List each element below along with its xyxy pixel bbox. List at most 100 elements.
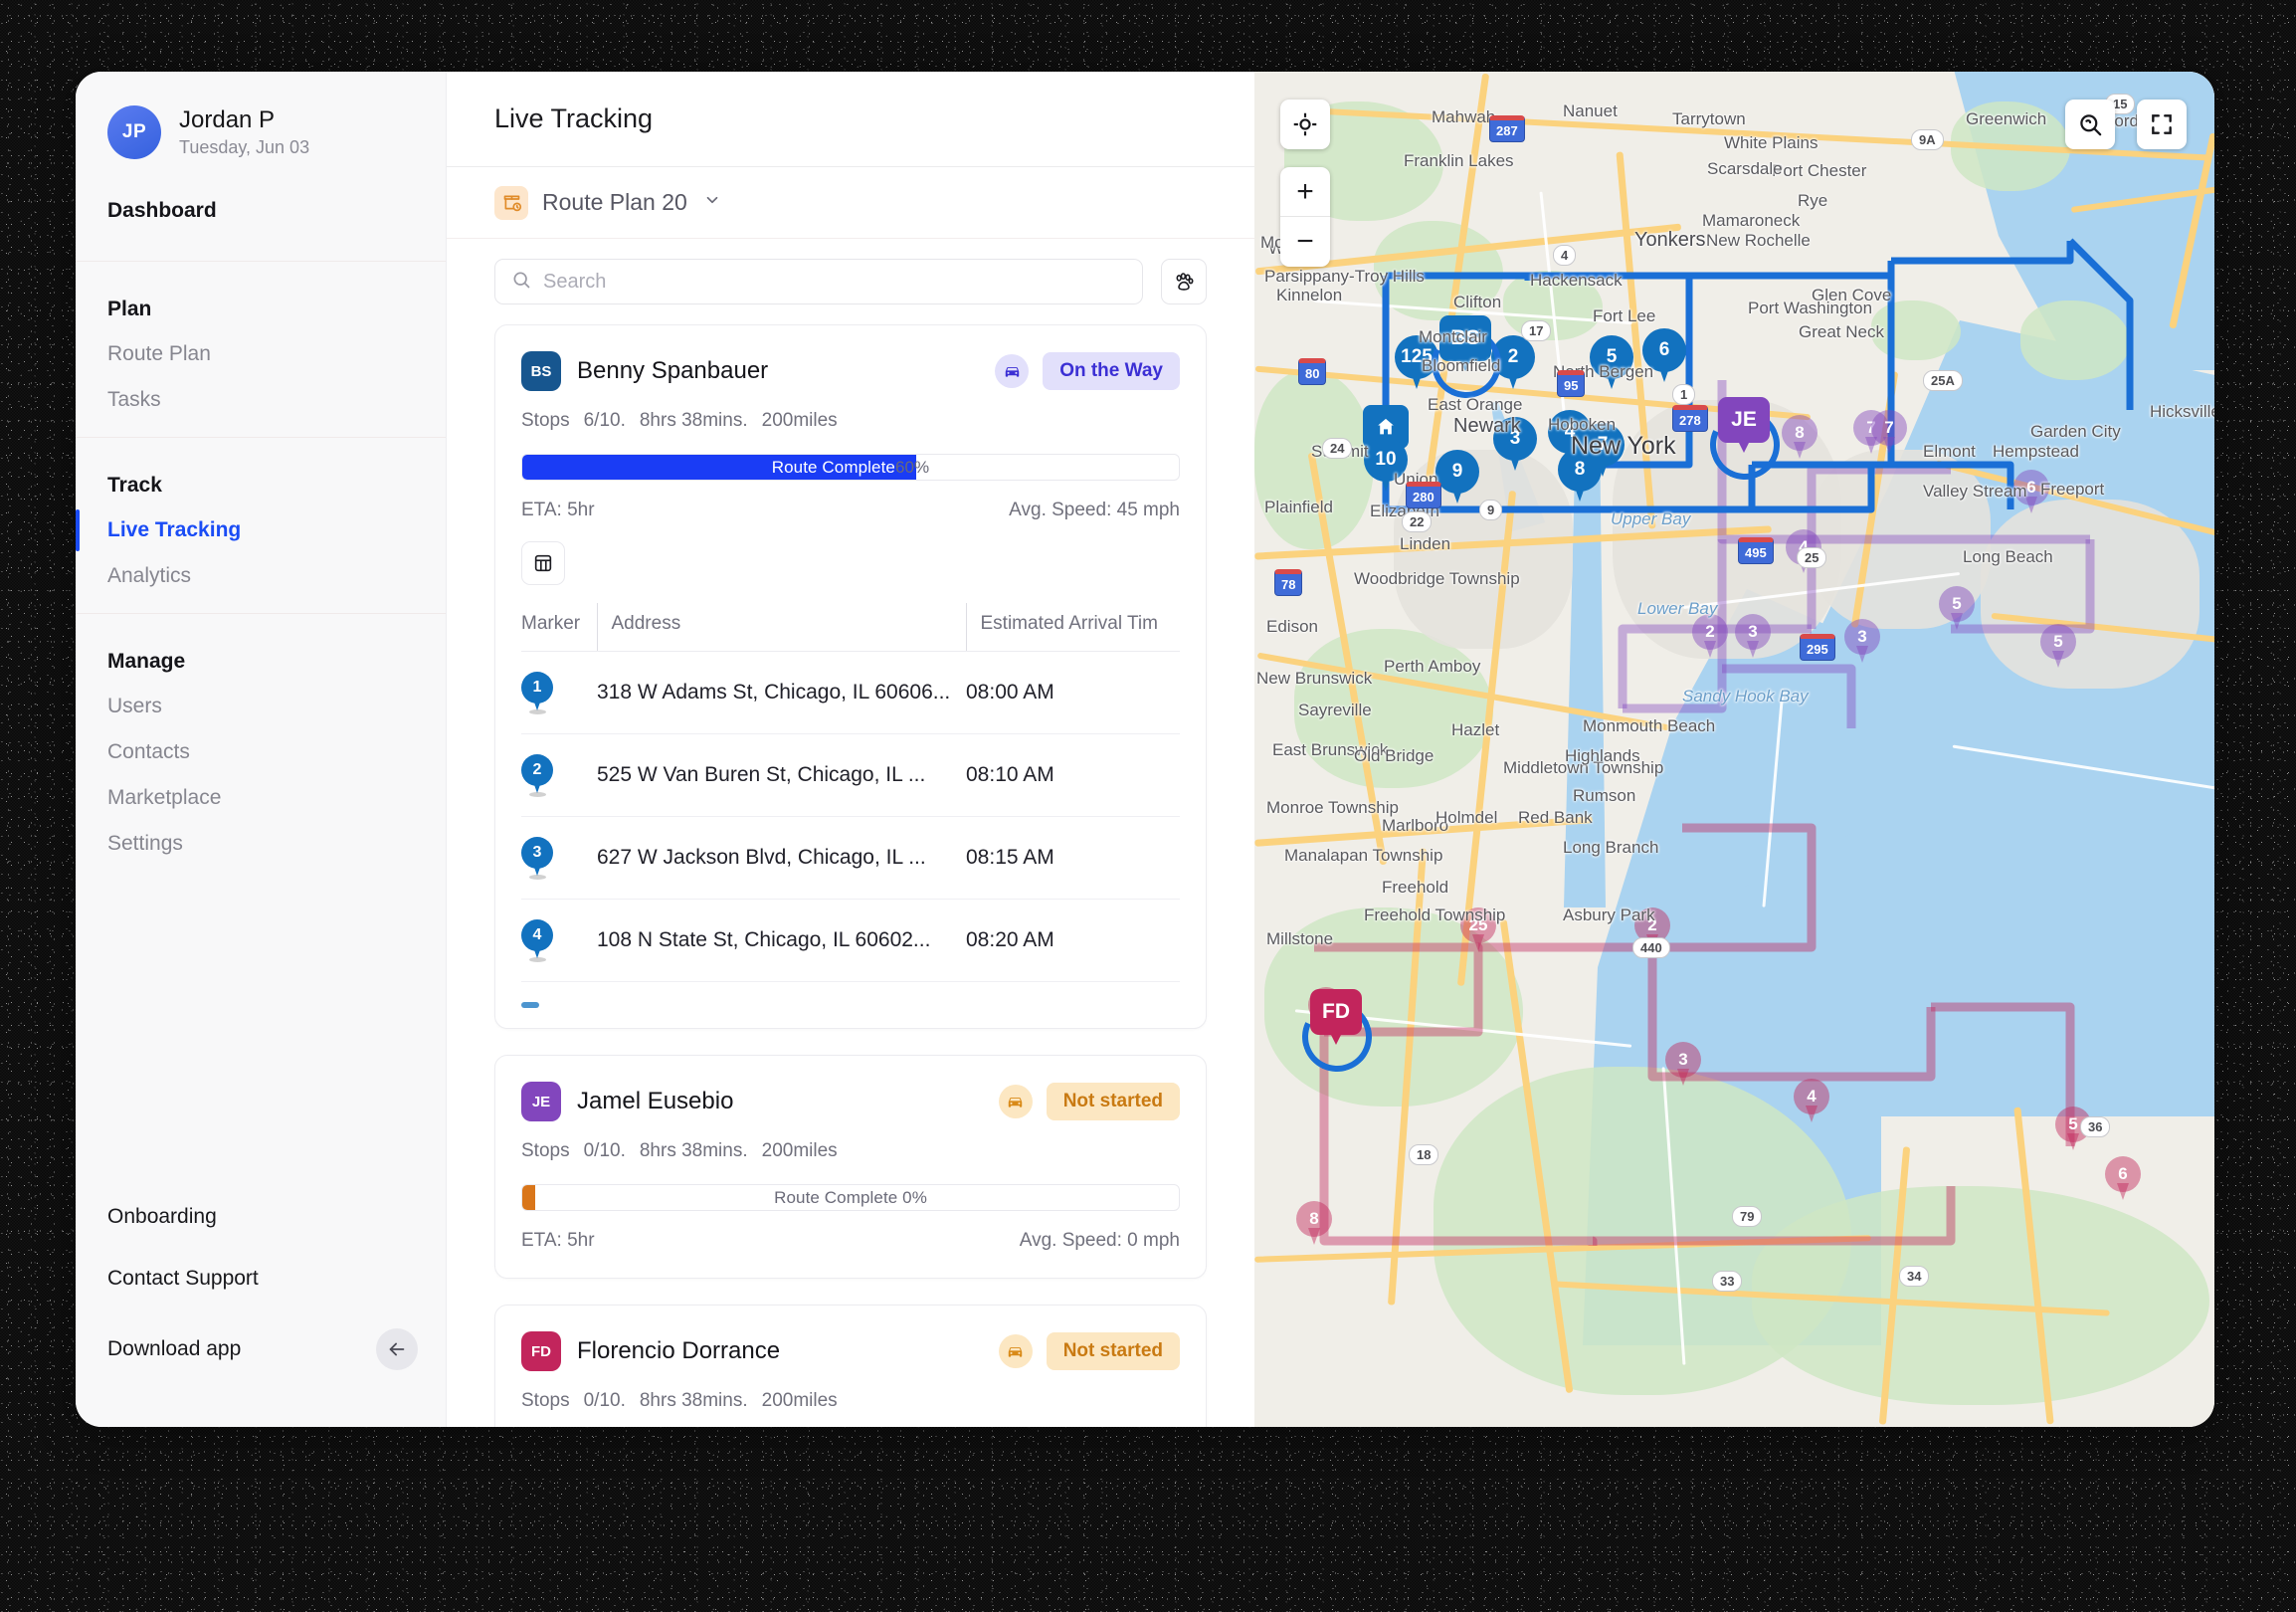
progress-label: Route Complete 0% [522, 1185, 1179, 1210]
col-address: Address [596, 603, 966, 652]
table-row[interactable]: 3 627 W Jackson Blvd, Chicago, IL ... 08… [521, 816, 1180, 900]
map-marker-stop[interactable]: 6 [2105, 1156, 2141, 1202]
map-marker-stop[interactable]: 7 [1871, 410, 1907, 456]
map-marker-stop[interactable]: 5 [1939, 586, 1975, 632]
table-row[interactable]: 4 108 N State St, Chicago, IL 60602... 0… [521, 899, 1180, 982]
marker-tip [1472, 934, 1484, 951]
search-input[interactable] [543, 270, 1126, 294]
driver-card[interactable]: JE Jamel Eusebio Not started Stops 0/10.… [494, 1055, 1207, 1279]
chevron-down-icon[interactable] [703, 191, 721, 214]
search-box[interactable] [494, 259, 1143, 304]
table-row[interactable]: 2 525 W Van Buren St, Chicago, IL ... 08… [521, 733, 1180, 817]
map-label: Perth Amboy [1384, 657, 1481, 676]
driver-card-header: FD Florencio Dorrance Not started [521, 1331, 1180, 1371]
zoom-in-button[interactable]: + [1280, 167, 1330, 217]
driver-identity: BS Benny Spanbauer [521, 351, 768, 391]
marker-tip [1794, 442, 1806, 459]
map-marker-stop[interactable]: 3 [1735, 614, 1771, 660]
map-marker-stop[interactable]: 8 [1296, 1201, 1332, 1247]
highway-shield: 4 [1553, 245, 1577, 266]
highway-shield: 25A [1923, 370, 1963, 391]
driver-card[interactable]: FD Florencio Dorrance Not started Stops … [494, 1305, 1207, 1427]
map-marker-stop[interactable]: 3 [1665, 1042, 1701, 1088]
map-pin-icon: 3 [521, 837, 553, 880]
stops-value: 6/10. [583, 410, 626, 431]
map-search-button[interactable] [2065, 100, 2115, 149]
marker-tip [1330, 1033, 1342, 1045]
map-marker-stop[interactable]: 9 [1435, 450, 1479, 505]
sidebar-item-users[interactable]: Users [76, 684, 446, 729]
fullscreen-button[interactable] [2137, 100, 2187, 149]
eta-value: ETA: 5hr [521, 1230, 595, 1251]
sidebar-item-onboarding[interactable]: Onboarding [76, 1186, 446, 1248]
table-icon[interactable] [521, 541, 565, 585]
map-label: Great Neck [1799, 322, 1884, 341]
nav-group-plan: Plan [107, 298, 152, 320]
zoom-out-button[interactable]: − [1280, 217, 1330, 267]
driver-marker-label: FD [1310, 989, 1362, 1035]
sidebar: JP Jordan P Tuesday, Jun 03 Dashboard Pl… [76, 72, 447, 1427]
sidebar-item-route-plan[interactable]: Route Plan [76, 331, 446, 377]
table-row[interactable]: 1 318 W Adams St, Chicago, IL 60606... 0… [521, 651, 1180, 734]
sidebar-item-live-tracking[interactable]: Live Tracking [76, 507, 446, 553]
driver-card-header: JE Jamel Eusebio Not started [521, 1082, 1180, 1121]
user-profile[interactable]: JP Jordan P Tuesday, Jun 03 [76, 72, 446, 189]
live-tracking-map[interactable]: 9 8 25 2 3 4 5 6 8 7 6 [1254, 72, 2214, 1427]
pin-shadow [529, 957, 546, 962]
sidebar-item-download-app[interactable]: Download app [76, 1310, 446, 1389]
eta-cell: 08:20 AM [966, 899, 1180, 982]
marker-cell: 3 [521, 816, 597, 900]
map-label: Long Beach [1963, 547, 2053, 566]
sidebar-item-marketplace[interactable]: Marketplace [76, 775, 446, 821]
map-pin-icon: 1 [521, 672, 553, 714]
marker-cell: 2 [521, 733, 597, 817]
profile-date: Tuesday, Jun 03 [179, 137, 310, 158]
locate-button[interactable] [1280, 100, 1330, 149]
sidebar-item-contacts[interactable]: Contacts [76, 729, 446, 775]
map-label: Tarrytown [1672, 109, 1746, 128]
map-marker-stop[interactable]: 2 [1692, 614, 1728, 660]
map-label: Port Chester [1772, 161, 1867, 180]
driver-marker-je[interactable]: JE [1718, 397, 1770, 453]
map-label-water: Sandy Hook Bay [1682, 687, 1809, 705]
sidebar-item-contact-support[interactable]: Contact Support [76, 1248, 446, 1310]
map-marker-stop[interactable]: 3 [1844, 619, 1880, 665]
arrow-left-icon[interactable] [376, 1328, 418, 1370]
sidebar-item-settings[interactable]: Settings [76, 821, 446, 867]
pin-tail [532, 862, 542, 876]
map-label: Rye [1798, 191, 1828, 210]
sidebar-item-tasks[interactable]: Tasks [76, 377, 446, 423]
highway-shield: 1 [1672, 384, 1696, 405]
sidebar-item-download-app-label: Download app [107, 1337, 242, 1360]
map-pin-icon [521, 1002, 539, 1008]
zoom-controls[interactable]: + − [1280, 167, 1330, 267]
map-label: Highlands [1565, 746, 1640, 765]
highway-shield: 95 [1557, 370, 1586, 397]
avatar: FD [521, 1331, 561, 1371]
address-cell: 525 W Van Buren St, Chicago, IL ... [597, 733, 966, 817]
driver-kv: ETA: 5hr Avg. Speed: 45 mph [521, 500, 1180, 521]
sidebar-item-analytics[interactable]: Analytics [76, 553, 446, 599]
table-row-partial[interactable] [521, 982, 1180, 1029]
sidebar-item-dashboard[interactable]: Dashboard [76, 189, 446, 247]
map-marker-stop[interactable]: 5 [2040, 624, 2076, 670]
address-cell: 108 N State St, Chicago, IL 60602... [597, 899, 966, 982]
map-label: New Brunswick [1256, 669, 1373, 688]
pin-shadow [529, 875, 546, 880]
driver-card[interactable]: BS Benny Spanbauer On the Way Stops 6/10… [494, 324, 1207, 1029]
route-plan-selector[interactable]: Route Plan 20 [447, 167, 1254, 239]
map-label: Manalapan Township [1284, 846, 1443, 865]
marker-tip [1379, 472, 1393, 492]
marker-tip [1738, 441, 1750, 453]
page-header: Live Tracking [447, 72, 1254, 167]
avg-speed-value: Avg. Speed: 45 mph [1009, 500, 1180, 520]
map-marker-stop[interactable]: 4 [1794, 1079, 1829, 1124]
paw-filter-icon[interactable] [1161, 259, 1207, 304]
address-cell: 318 W Adams St, Chicago, IL 60606... [597, 651, 966, 734]
driver-marker-fd[interactable]: FD [1310, 989, 1362, 1045]
map-label: Rumson [1573, 786, 1636, 805]
stops-value: 0/10. [583, 1140, 626, 1161]
avatar: BS [521, 351, 561, 391]
map-marker-stop[interactable]: 8 [1782, 415, 1818, 461]
map-label: Elmont [1923, 442, 1976, 461]
